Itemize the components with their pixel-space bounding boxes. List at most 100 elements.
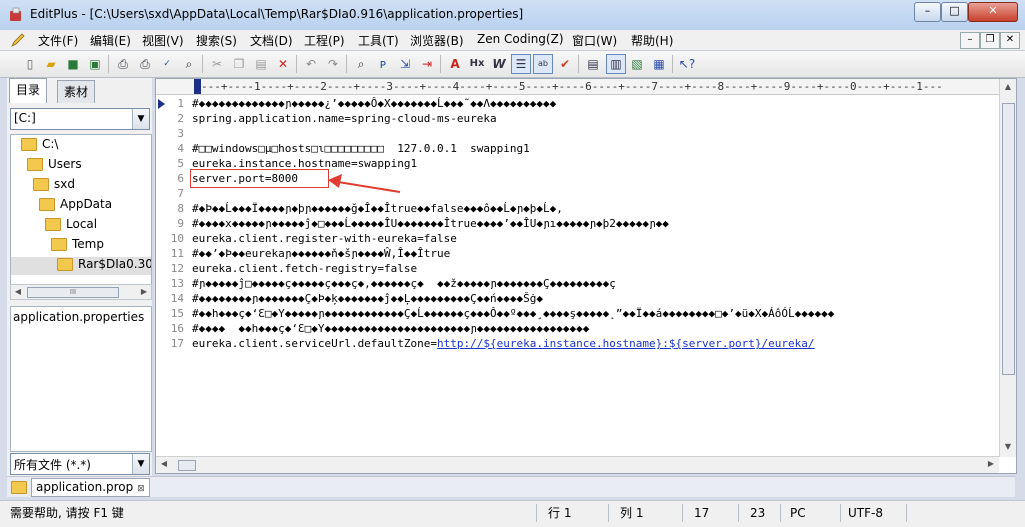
scroll-thumb[interactable] xyxy=(1002,103,1015,375)
spellcheck-icon[interactable]: ✓ xyxy=(158,55,176,73)
goto-icon[interactable]: ⇲ xyxy=(396,55,414,73)
tree-node-temp[interactable]: Temp xyxy=(51,237,104,255)
code-line[interactable]: #◆◆◆◆x◆◆◆◆◆ɲ◆◆◆◆◆ĵ◆□◆◆◆Ĺ◆◆◆◆◆ÎU◆◆◆◆◆◆◆Ît… xyxy=(192,217,669,230)
delete-icon[interactable]: ✕ xyxy=(274,55,292,73)
code-line[interactable]: #◆◆◆◆ ◆◆h◆◆◆ç◆‘Ɛ□◆Y◆◆◆◆◆◆◆◆◆◆◆◆◆◆◆◆◆◆◆◆◆… xyxy=(192,322,589,335)
menu-tools[interactable]: 工具(T) xyxy=(358,32,399,49)
scroll-left-icon[interactable]: ◀ xyxy=(158,458,170,470)
code-line[interactable]: #◆◆h◆◆◆ç◆‘Ɛ□◆Y◆◆◆◆◆ɲ◆◆◆◆◆◆◆◆◆◆◆◆Ç◆Ĺ◆◆◆◆◆… xyxy=(192,307,834,320)
scroll-up-icon[interactable]: ▲ xyxy=(1002,81,1014,93)
scroll-right-icon[interactable]: ▶ xyxy=(985,458,997,470)
status-column: 列 1 xyxy=(620,506,644,520)
chevron-down-icon[interactable]: ▼ xyxy=(132,109,149,129)
menu-document[interactable]: 文档(D) xyxy=(250,32,293,49)
tree-horizontal-scrollbar[interactable]: ◀ III ▶ xyxy=(10,284,152,300)
mdi-minimize-button[interactable]: – xyxy=(960,32,980,49)
mdi-close-button[interactable]: ✕ xyxy=(1000,32,1020,49)
sidebar-tabs: 目录 素材 xyxy=(7,78,152,103)
tree-node-c[interactable]: C:\ xyxy=(21,137,58,155)
tree-node-users[interactable]: Users xyxy=(27,157,82,175)
ruler-icon[interactable]: ab xyxy=(533,54,553,74)
code-line[interactable]: eureka.client.fetch-registry=false xyxy=(192,262,417,275)
tab-directory[interactable]: 目录 xyxy=(9,78,48,103)
list-item[interactable]: application.properties xyxy=(13,310,144,324)
print-icon[interactable]: ⎙ xyxy=(136,55,154,73)
menu-window[interactable]: 窗口(W) xyxy=(572,32,617,49)
code-line[interactable]: #ɲ◆◆◆◆◆ĵ□◆◆◆◆◆ç◆◆◆◆◆ç◆◆◆ç◆,◆◆◆◆◆◆ç◆ ◆◆ž◆… xyxy=(192,277,616,290)
editor-horizontal-scrollbar[interactable]: ◀ ▶ xyxy=(156,456,999,473)
code-line[interactable]: eureka.client.register-with-eureka=false xyxy=(192,232,457,245)
chevron-down-icon[interactable]: ▼ xyxy=(132,454,149,474)
status-line-ending: PC xyxy=(790,506,806,520)
redo-icon[interactable]: ↷ xyxy=(324,55,342,73)
tab-application-properties[interactable]: application.prop ⊠ xyxy=(31,478,150,497)
paste-icon[interactable]: ▤ xyxy=(252,55,270,73)
replace-icon[interactable]: ᴘ xyxy=(374,55,392,73)
scroll-down-icon[interactable]: ▼ xyxy=(1002,441,1014,453)
menu-project[interactable]: 工程(P) xyxy=(304,32,345,49)
menu-browser[interactable]: 浏览器(B) xyxy=(410,32,464,49)
save-icon[interactable]: ■ xyxy=(64,55,82,73)
find-in-files-icon[interactable]: ⌕ xyxy=(180,55,198,73)
line-number: 8 xyxy=(177,202,184,215)
scroll-thumb[interactable]: III xyxy=(27,287,119,298)
menu-zen-coding[interactable]: Zen Coding(Z) xyxy=(477,32,564,46)
code-line[interactable]: #◆◆◆◆◆◆◆◆◆◆◆◆◆ɲ◆◆◆◆◆¿’◆◆◆◆◆Ô◆X◆◆◆◆◆◆◆Ĺ◆◆… xyxy=(192,97,556,110)
font-icon[interactable]: A xyxy=(446,55,464,73)
menu-file[interactable]: 文件(F) xyxy=(38,32,78,49)
copy-icon[interactable]: ❐ xyxy=(230,55,248,73)
code-line[interactable]: eureka.client.serviceUrl.defaultZone=htt… xyxy=(192,337,815,350)
tree-node-sxd[interactable]: sxd xyxy=(33,177,75,195)
mdi-restore-button[interactable]: ❐ xyxy=(980,32,1000,49)
code-line[interactable]: spring.application.name=spring-cloud-ms-… xyxy=(192,112,497,125)
undo-icon[interactable]: ↶ xyxy=(302,55,320,73)
file-list: application.properties xyxy=(10,306,152,452)
editor-pane[interactable]: ---+----1----+----2----+----3----+----4-… xyxy=(155,78,1017,474)
scroll-thumb[interactable] xyxy=(178,460,196,471)
tree-node-appdata[interactable]: AppData xyxy=(39,197,112,215)
scroll-left-icon[interactable]: ◀ xyxy=(12,286,24,298)
service-url-link[interactable]: http://${eureka.instance.hostname}:${ser… xyxy=(437,337,815,350)
output-icon[interactable]: ▥ xyxy=(606,54,626,74)
save-all-icon[interactable]: ▣ xyxy=(86,55,104,73)
drive-select[interactable]: [C:] ▼ xyxy=(10,108,150,130)
status-total-chars: 23 xyxy=(750,506,766,520)
menu-view[interactable]: 视图(V) xyxy=(142,32,184,49)
browser-icon[interactable]: ▦ xyxy=(650,55,668,73)
scroll-right-icon[interactable]: ▶ xyxy=(138,286,150,298)
menu-help[interactable]: 帮助(H) xyxy=(631,32,673,49)
editor-vertical-scrollbar[interactable]: ▲ ▼ xyxy=(999,79,1016,457)
line-number-icon[interactable]: ☰ xyxy=(511,54,531,74)
minimize-button[interactable]: – xyxy=(914,2,941,22)
fold-icon[interactable]: ⇥ xyxy=(418,55,436,73)
code-area[interactable]: #◆◆◆◆◆◆◆◆◆◆◆◆◆ɲ◆◆◆◆◆¿’◆◆◆◆◆Ô◆X◆◆◆◆◆◆◆Ĺ◆◆… xyxy=(192,95,992,455)
open-folder-icon[interactable]: ▰ xyxy=(42,55,60,73)
file-filter-select[interactable]: 所有文件 (*.*) ▼ xyxy=(10,453,150,475)
close-button[interactable]: ✕ xyxy=(968,2,1018,22)
check-icon[interactable]: ✔ xyxy=(556,55,574,73)
maximize-button[interactable]: □ xyxy=(941,2,968,22)
find-icon[interactable]: ⌕ xyxy=(352,55,370,73)
clip-icon[interactable]: ▧ xyxy=(628,55,646,73)
word-wrap-icon[interactable]: W xyxy=(490,55,508,73)
print-preview-icon[interactable]: ⎙ xyxy=(114,55,132,73)
code-line[interactable]: #□□windows□µ□hosts□ɩ□□□□□□□□□ 127.0.0.1 … xyxy=(192,142,530,155)
line-number: 11 xyxy=(170,247,184,260)
tab-clips[interactable]: 素材 xyxy=(57,80,96,103)
menu-edit[interactable]: 编辑(E) xyxy=(90,32,131,49)
code-line[interactable]: #◆Þ◆◆Ĺ◆◆◆Ï◆◆◆◆ɲ◆þɲ◆◆◆◆◆◆ğ◆Î◆◆Îtrue◆◆fals… xyxy=(192,202,563,215)
code-line[interactable]: #◆◆◆◆◆◆◆◆ɲ◆◆◆◆◆◆◆Ç◆Þ◆ķ◆◆◆◆◆◆◆ĵ◆◆Ļ◆◆◆◆◆◆◆… xyxy=(192,292,543,305)
code-line[interactable]: #◆◆’◆Þ◆◆eurekaɲ◆◆◆◆◆◆ň◆šɲ◆◆◆◆Ŵ,Î◆◆Îtrue xyxy=(192,247,450,260)
code-line-text: eureka.client.register-with-eureka=false xyxy=(192,232,457,245)
cut-icon[interactable]: ✂ xyxy=(208,55,226,73)
help-icon[interactable]: ↖? xyxy=(678,55,696,73)
tree-node-rar[interactable]: Rar$DIa0.30( xyxy=(11,257,151,275)
document-tabs: application.prop ⊠ xyxy=(7,476,1015,497)
new-file-icon[interactable]: ▯ xyxy=(21,55,39,73)
document-list-icon[interactable]: ▤ xyxy=(584,55,602,73)
menu-search[interactable]: 搜索(S) xyxy=(196,32,237,49)
tree-node-local[interactable]: Local xyxy=(45,217,97,235)
ruler: ---+----1----+----2----+----3----+----4-… xyxy=(156,79,1016,95)
close-icon[interactable]: ⊠ xyxy=(137,484,145,494)
hex-icon[interactable]: Hx xyxy=(468,55,486,73)
